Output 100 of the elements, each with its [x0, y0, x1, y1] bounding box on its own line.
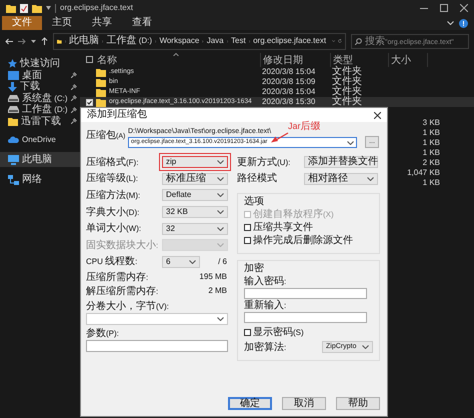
dropdown[interactable]: 32 KB — [162, 206, 228, 218]
search-icon — [355, 38, 362, 44]
password-field[interactable] — [244, 288, 367, 300]
file-type: 文件夹 — [332, 97, 363, 107]
caret-icon — [217, 176, 224, 181]
maximize-icon[interactable] — [440, 4, 448, 12]
checkbox[interactable] — [244, 329, 251, 336]
annotation-arrow — [271, 132, 289, 143]
caret-icon — [347, 140, 354, 144]
new-folder-icon — [32, 4, 42, 12]
sidebar-item[interactable]: 工作盘 (D:) — [0, 104, 80, 116]
computer-icon — [8, 154, 19, 164]
pin-icon[interactable] — [71, 72, 77, 78]
sidebar-item[interactable]: OneDrive — [0, 132, 80, 147]
breadcrumb[interactable]: 此电脑 — [69, 34, 100, 48]
caret-icon — [217, 317, 224, 322]
checkbox[interactable] — [86, 98, 93, 106]
drive-icon — [8, 94, 19, 102]
dropdown[interactable]: 标准压缩 — [162, 172, 228, 185]
file-date: 2020/3/8 15:04 — [262, 87, 316, 97]
up-icon[interactable] — [41, 37, 48, 45]
dropdown[interactable]: 相对路径 — [304, 172, 378, 185]
file-size: 3 KB — [422, 118, 440, 128]
input-field[interactable] — [86, 340, 228, 352]
thread-total: / 6 — [218, 256, 228, 267]
breadcrumb[interactable]: org.eclipse.jface.text — [253, 34, 326, 48]
dialog-button[interactable]: 帮助 — [336, 397, 380, 410]
ribbon-tab[interactable]: 查看 — [122, 16, 162, 30]
column-header[interactable]: 修改日期 — [263, 56, 303, 64]
caret-icon — [217, 243, 224, 248]
pin-icon[interactable] — [71, 95, 77, 102]
properties-icon[interactable] — [20, 4, 28, 12]
address-bar[interactable]: 此电脑 工作盘 (D:) Workspace Java Test org.eclipse.jface.text — [53, 32, 346, 50]
sidebar-item[interactable]: 网络 — [0, 172, 80, 187]
download-icon — [8, 82, 17, 92]
field-label: 重新输入: — [244, 300, 288, 312]
dropdown[interactable]: 6 — [162, 256, 200, 268]
window-title: org.eclipse.jface.text — [60, 2, 133, 14]
file-size: 1 KB — [422, 148, 440, 158]
close-icon[interactable] — [374, 112, 381, 118]
group-title: 加密 — [244, 263, 265, 276]
dropdown[interactable]: 添加并替换文件 — [304, 156, 378, 168]
sidebar-item[interactable]: 下载 — [0, 81, 80, 92]
dialog-button[interactable]: 取消 — [282, 397, 326, 410]
file-size: 1 KB — [422, 128, 440, 138]
checkbox[interactable] — [244, 224, 251, 232]
help-icon[interactable] — [459, 18, 468, 28]
breadcrumb[interactable]: 工作盘 (D:) — [106, 34, 152, 48]
pin-icon[interactable] — [71, 118, 77, 124]
caret-icon — [217, 160, 224, 164]
checkbox[interactable] — [244, 237, 251, 244]
file-date: 2020/3/8 15:30 — [262, 97, 316, 107]
sidebar-item[interactable]: 系统盘 (C:) — [0, 92, 80, 104]
file-date: 2020/3/8 15:04 — [262, 67, 316, 77]
caret-icon[interactable] — [46, 6, 51, 10]
ribbon-tab[interactable]: 文件 — [2, 16, 42, 30]
field-label: 字典大小(D): — [86, 206, 140, 218]
forward-icon[interactable] — [18, 38, 26, 44]
file-date: 2020/3/8 15:09 — [262, 77, 316, 87]
drive-icon — [8, 106, 19, 114]
breadcrumb[interactable]: Test — [231, 34, 246, 48]
field-label: 压缩格式(F): — [86, 156, 140, 168]
checkbox-label: 创建自释放程序(X) — [253, 209, 334, 220]
dialog-button[interactable]: 确定 — [228, 397, 272, 410]
breadcrumb[interactable]: Workspace — [159, 34, 200, 48]
password-field[interactable] — [244, 312, 367, 324]
column-header[interactable]: 名称 — [97, 52, 117, 66]
dropdown[interactable]: 32 — [162, 222, 228, 235]
dropdown[interactable]: zip — [162, 156, 228, 168]
caret-icon[interactable] — [31, 40, 36, 42]
file-size: 1 KB — [422, 178, 440, 188]
close-icon[interactable] — [460, 4, 468, 12]
star-icon — [8, 59, 17, 68]
field-label: 压缩所需内存: — [86, 272, 148, 283]
pin-icon[interactable] — [71, 106, 77, 113]
checkbox-label: 显示密码(S) — [253, 327, 304, 338]
dropdown[interactable]: Deflate — [162, 189, 228, 202]
folder-icon — [6, 4, 16, 12]
field-label: 加密算法: — [244, 340, 286, 354]
pin-icon[interactable] — [71, 84, 77, 90]
caret-icon — [332, 39, 336, 43]
column-header[interactable]: 大小 — [391, 56, 411, 64]
field-label: 压缩方法(M): — [86, 190, 142, 201]
ribbon-tab[interactable]: 共享 — [82, 16, 122, 30]
breadcrumb[interactable]: Java — [206, 34, 224, 48]
refresh-icon[interactable] — [338, 37, 342, 45]
file-type: 文件夹 — [332, 67, 363, 77]
column-header[interactable]: 类型 — [333, 56, 353, 64]
sidebar-item[interactable]: 此电脑 — [0, 152, 80, 167]
ribbon-tab[interactable]: 主页 — [42, 16, 82, 30]
back-icon[interactable] — [5, 38, 13, 44]
checkbox-label: 操作完成后删除源文件 — [253, 235, 353, 246]
sidebar-item[interactable]: 快速访问 — [0, 58, 80, 70]
sidebar-item[interactable]: 迅雷下载 — [0, 116, 80, 127]
memory-value: 195 MB — [199, 272, 228, 282]
field-label: 参数(P): — [86, 328, 120, 340]
checkbox-label: 压缩共享文件 — [253, 222, 313, 234]
sidebar-item[interactable]: 桌面 — [0, 70, 80, 81]
chevron-icon[interactable] — [447, 21, 454, 25]
field-label: 输入密码: — [244, 276, 288, 288]
